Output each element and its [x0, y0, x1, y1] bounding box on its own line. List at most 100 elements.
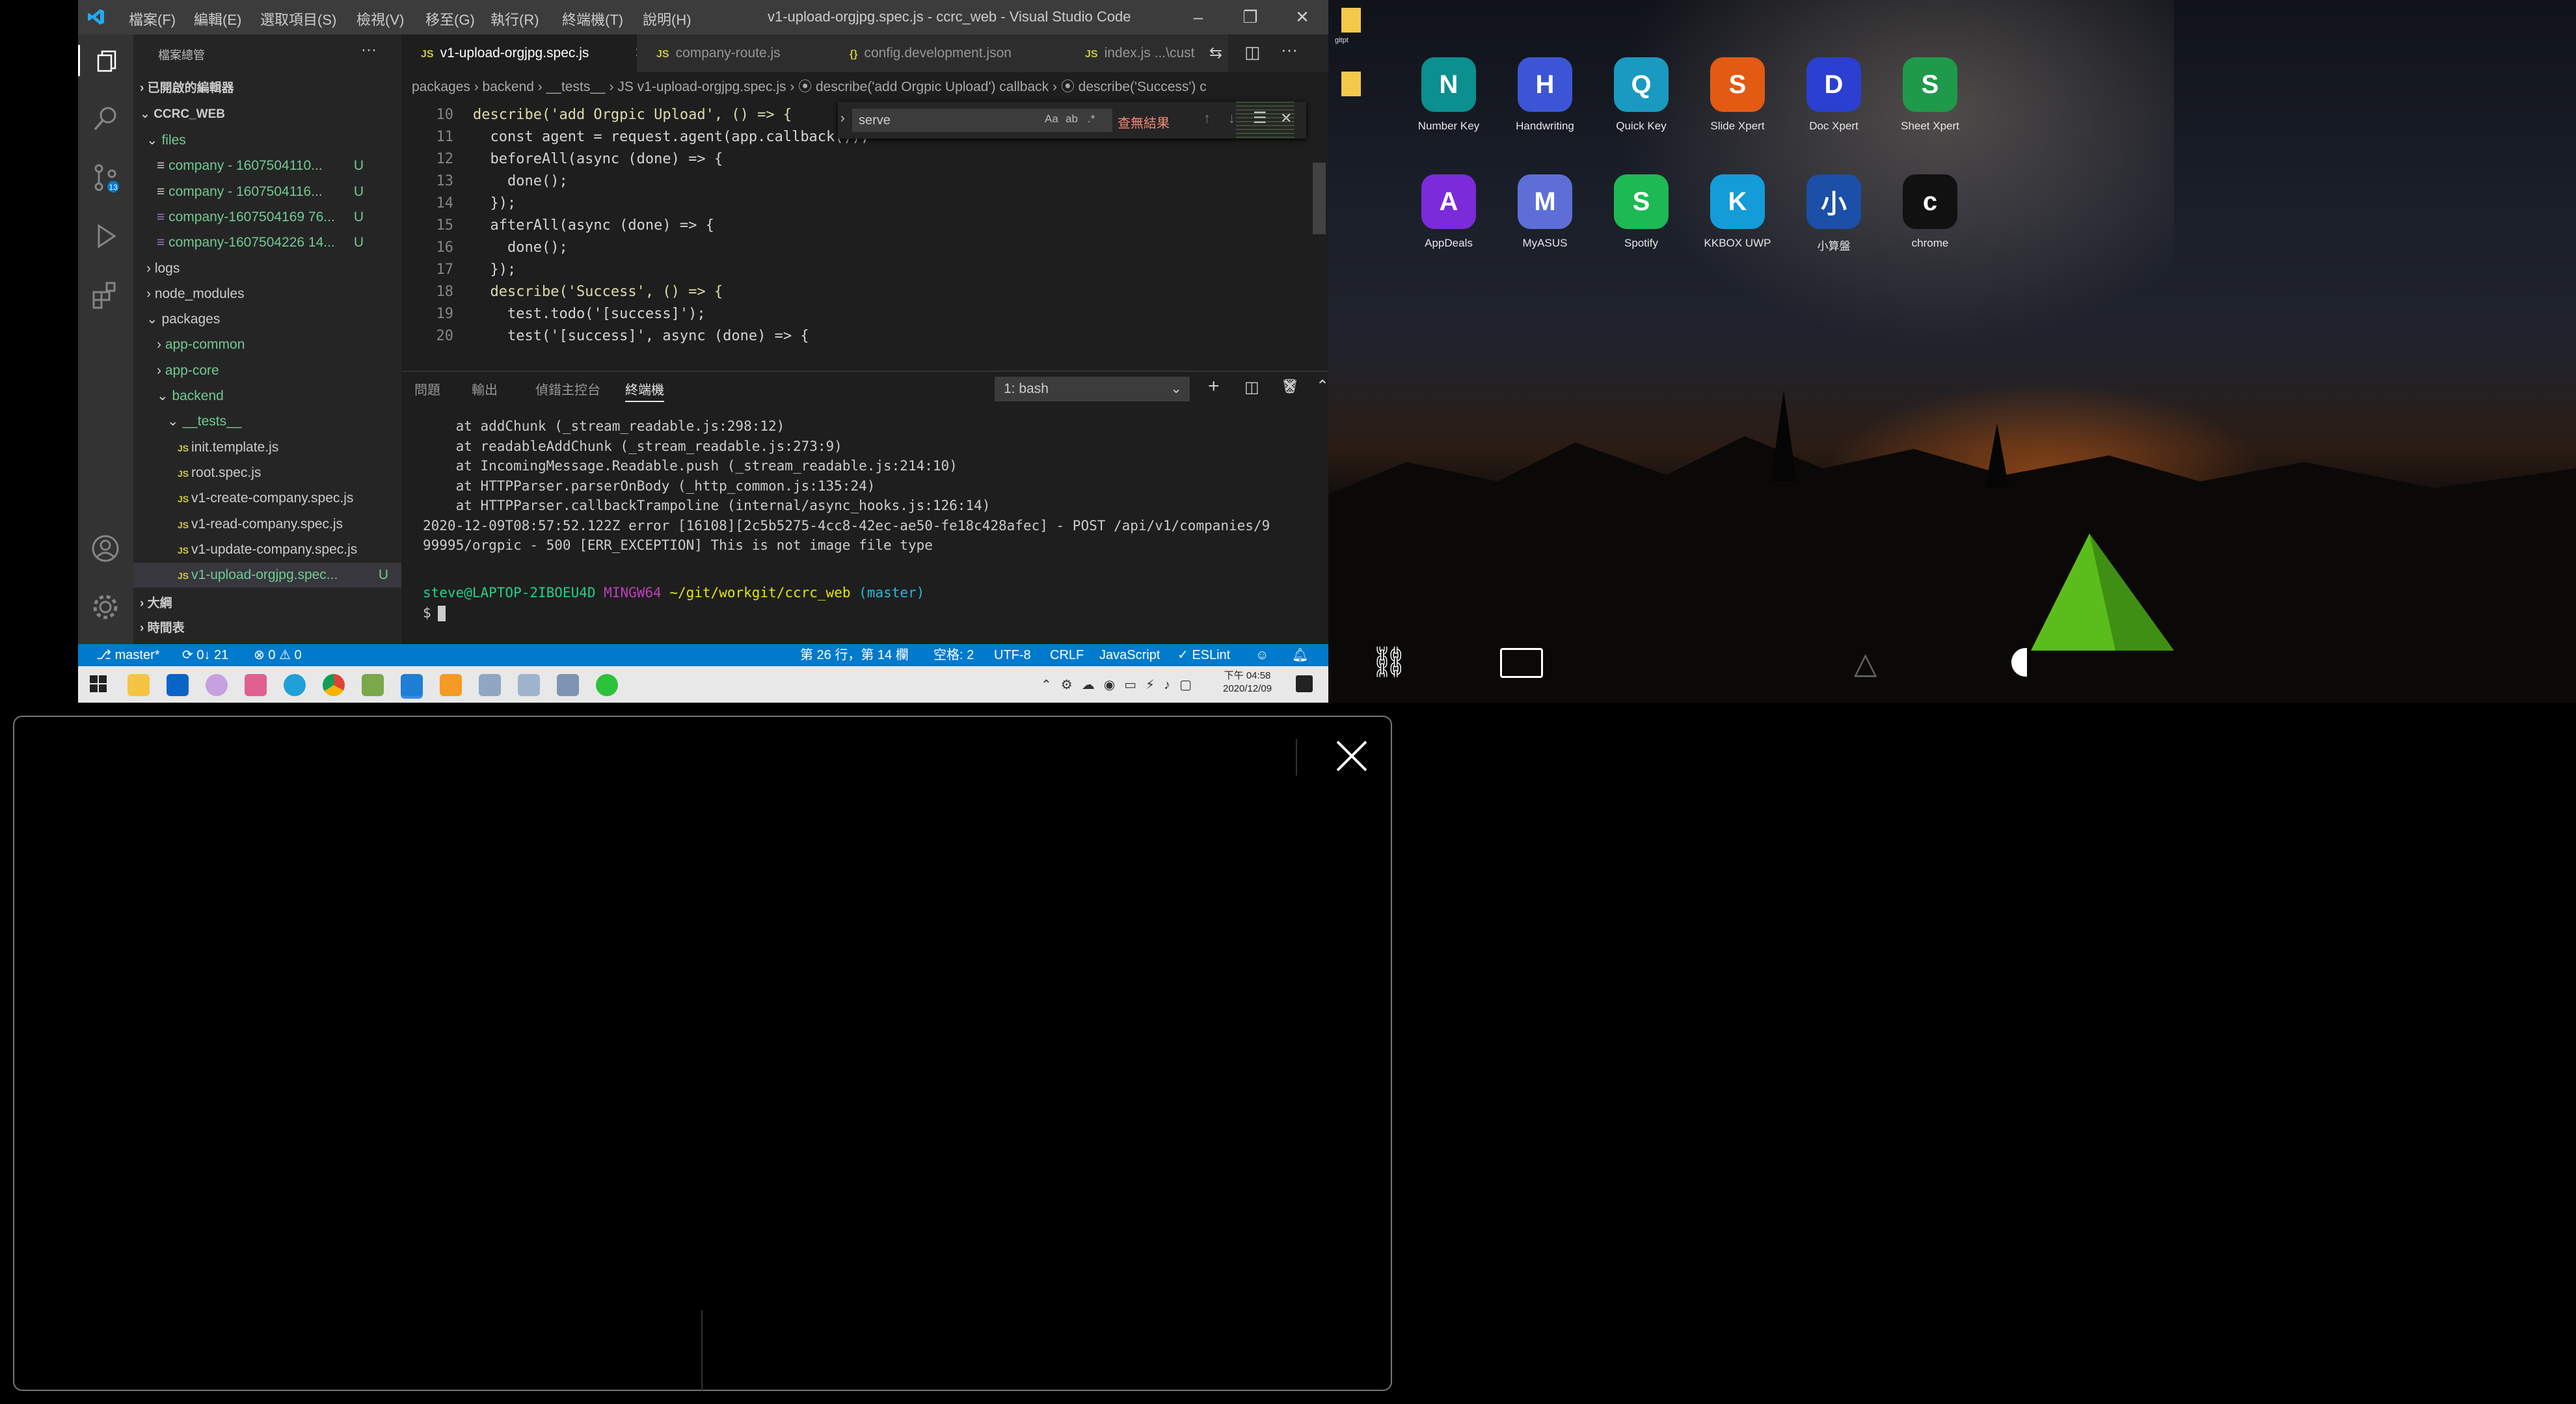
app-tile[interactable]: M MyASUS	[1503, 174, 1587, 250]
app-icon[interactable]	[479, 674, 501, 696]
settings-gear-icon[interactable]	[90, 591, 121, 623]
timeline-section[interactable]: › 時間表	[140, 616, 185, 641]
regex-icon[interactable]: .*	[1088, 113, 1095, 126]
code-editor[interactable]: 10 describe('add Orgpic Upload', () => {1…	[401, 104, 1325, 364]
match-case-icon[interactable]: Aa	[1045, 113, 1058, 126]
indentation[interactable]: 空格: 2	[933, 644, 974, 666]
tab-debug-console[interactable]: 偵錯主控台	[535, 379, 600, 398]
tab-terminal[interactable]: 終端機	[625, 379, 664, 402]
menu-go[interactable]: 移至(G)	[425, 8, 475, 29]
file-item[interactable]: JS v1-create-company.spec.js	[178, 486, 353, 511]
source-control-icon[interactable]: 13	[90, 162, 121, 193]
maximize-panel-icon[interactable]: ⌃	[1316, 377, 1328, 396]
tab-v1-upload-orgjpg[interactable]: JSv1-upload-orgjpg.spec.js✕	[401, 34, 655, 72]
folder-item[interactable]: ⌄ __tests__	[167, 409, 331, 434]
photos-icon[interactable]	[206, 674, 228, 696]
encoding[interactable]: UTF-8	[994, 644, 1031, 666]
split-terminal-icon[interactable]: ◫	[1244, 378, 1259, 397]
editor-scrollbar[interactable]	[1313, 163, 1326, 234]
edge-icon[interactable]	[284, 674, 306, 696]
folder-item[interactable]: › node_modules	[146, 282, 331, 306]
app-tile[interactable]: D Doc Xpert	[1791, 57, 1876, 133]
chrome-taskbar-icon[interactable]	[323, 674, 345, 696]
menu-selection[interactable]: 選取項目(S)	[260, 8, 336, 29]
extensions-icon[interactable]	[90, 279, 121, 310]
git-branch[interactable]: ⎇ master*	[96, 644, 160, 666]
close-icon[interactable]	[1332, 736, 1371, 776]
action-center-icon[interactable]	[1296, 675, 1313, 692]
problems-status[interactable]: ⊗ 0 ⚠ 0	[254, 644, 302, 666]
whole-word-icon[interactable]: ab	[1066, 113, 1078, 126]
menu-edit[interactable]: 編輯(E)	[194, 8, 241, 29]
file-item[interactable]: ≡ company - 1607504116... U	[157, 180, 364, 204]
tab-config-development[interactable]: {} config.development.json	[830, 34, 1084, 72]
windows-start-icon[interactable]	[88, 674, 111, 696]
system-tray-icons[interactable]: ⌃⚙☁◉▭⚡♪▢	[1041, 677, 1201, 693]
menu-help[interactable]: 說明(H)	[643, 8, 691, 29]
folder-item[interactable]: › logs	[146, 256, 331, 281]
previous-match-icon[interactable]: ↑	[1203, 110, 1211, 127]
link-icon[interactable]: ⛓︎	[1370, 644, 1408, 680]
tab-company-route[interactable]: JS company-route.js	[637, 34, 848, 72]
sublime-icon[interactable]	[440, 674, 462, 696]
notifications-bell-icon[interactable]: 🔔︎	[1292, 644, 1308, 666]
search-icon[interactable]	[90, 103, 121, 135]
tab-index-js[interactable]: JS index.js ...\cust	[1066, 34, 1228, 72]
menu-file[interactable]: 檔案(F)	[129, 8, 176, 29]
restore-button[interactable]: ❐	[1224, 0, 1276, 34]
folder-item[interactable]: ⌄ files	[146, 128, 331, 153]
clock[interactable]: 下午 04:58 2020/12/09	[1223, 669, 1272, 695]
home-triangle-icon[interactable]: △	[1854, 645, 1877, 681]
app-tile[interactable]: N Number Key	[1406, 57, 1491, 133]
desktop-folder-icon[interactable]	[1341, 72, 1361, 96]
terminal-select[interactable]: 1: bash ⌄	[995, 377, 1190, 401]
file-item[interactable]: ≡ company - 1607504110... U	[157, 154, 364, 178]
menu-terminal[interactable]: 終端機(T)	[562, 8, 623, 29]
open-changes-icon[interactable]: ⇆	[1209, 44, 1222, 62]
folder-item[interactable]: › app-common	[157, 332, 331, 357]
sync-status[interactable]: ⟳ 0↓ 21	[182, 644, 228, 666]
next-match-icon[interactable]: ↓	[1228, 110, 1235, 127]
close-window-button[interactable]: ✕	[1276, 0, 1328, 34]
desktop-folder-icon[interactable]	[1341, 8, 1361, 33]
language-mode[interactable]: JavaScript	[1099, 644, 1160, 666]
app-icon[interactable]	[557, 674, 579, 696]
tab-output[interactable]: 輸出	[472, 379, 498, 398]
run-debug-icon[interactable]	[90, 221, 121, 252]
explorer-icon[interactable]	[78, 45, 135, 76]
app-tile[interactable]: S Spotify	[1599, 174, 1684, 250]
vscode-taskbar-icon[interactable]	[401, 674, 423, 696]
file-item[interactable]: JS v1-upload-orgjpg.spec... U	[133, 563, 401, 588]
new-terminal-icon[interactable]: +	[1208, 375, 1220, 398]
minimap[interactable]	[1236, 101, 1295, 141]
close-panel-icon[interactable]: ✕	[1283, 376, 1297, 396]
app-tile[interactable]: A AppDeals	[1406, 174, 1491, 250]
folder-item[interactable]: ⌄ packages	[146, 307, 331, 332]
split-editor-icon[interactable]: ◫	[1244, 42, 1261, 62]
mail-icon[interactable]	[167, 674, 189, 696]
paint-icon[interactable]	[245, 674, 267, 696]
tablet-mode-icon[interactable]	[1500, 648, 1543, 678]
app-icon[interactable]	[518, 674, 540, 696]
app-tile[interactable]: 小小算盤	[1791, 174, 1876, 253]
menu-view[interactable]: 檢視(V)	[356, 8, 404, 29]
file-explorer-icon[interactable]	[127, 674, 150, 696]
file-item[interactable]: JS init.template.js	[178, 435, 331, 460]
folder-item[interactable]: ⌄ backend	[157, 384, 331, 409]
toggle-replace-icon[interactable]: ›	[840, 111, 845, 126]
cursor-position[interactable]: 第 26 行，第 14 欄	[800, 644, 909, 666]
accounts-icon[interactable]	[90, 533, 121, 564]
file-item[interactable]: JS v1-read-company.spec.js	[178, 512, 343, 537]
app-tile[interactable]: S Slide Xpert	[1695, 57, 1780, 133]
terminal-output[interactable]: at addChunk (_stream_readable.js:298:12)…	[423, 416, 1321, 644]
app-tile[interactable]: S Sheet Xpert	[1888, 57, 1972, 133]
file-item[interactable]: JS root.spec.js	[178, 461, 331, 485]
more-actions-icon[interactable]: ···	[361, 41, 377, 59]
open-editors-section[interactable]: › 已開啟的編輯器	[140, 76, 234, 101]
app-tile[interactable]: H Handwriting	[1503, 57, 1587, 133]
notepad-icon[interactable]	[362, 674, 384, 696]
line-ending[interactable]: CRLF	[1050, 644, 1084, 666]
app-tile[interactable]: K KKBOX UWP	[1695, 174, 1780, 250]
app-tile[interactable]: c chrome	[1888, 174, 1972, 250]
file-item[interactable]: ≡ company-1607504226 14... U	[157, 230, 364, 255]
